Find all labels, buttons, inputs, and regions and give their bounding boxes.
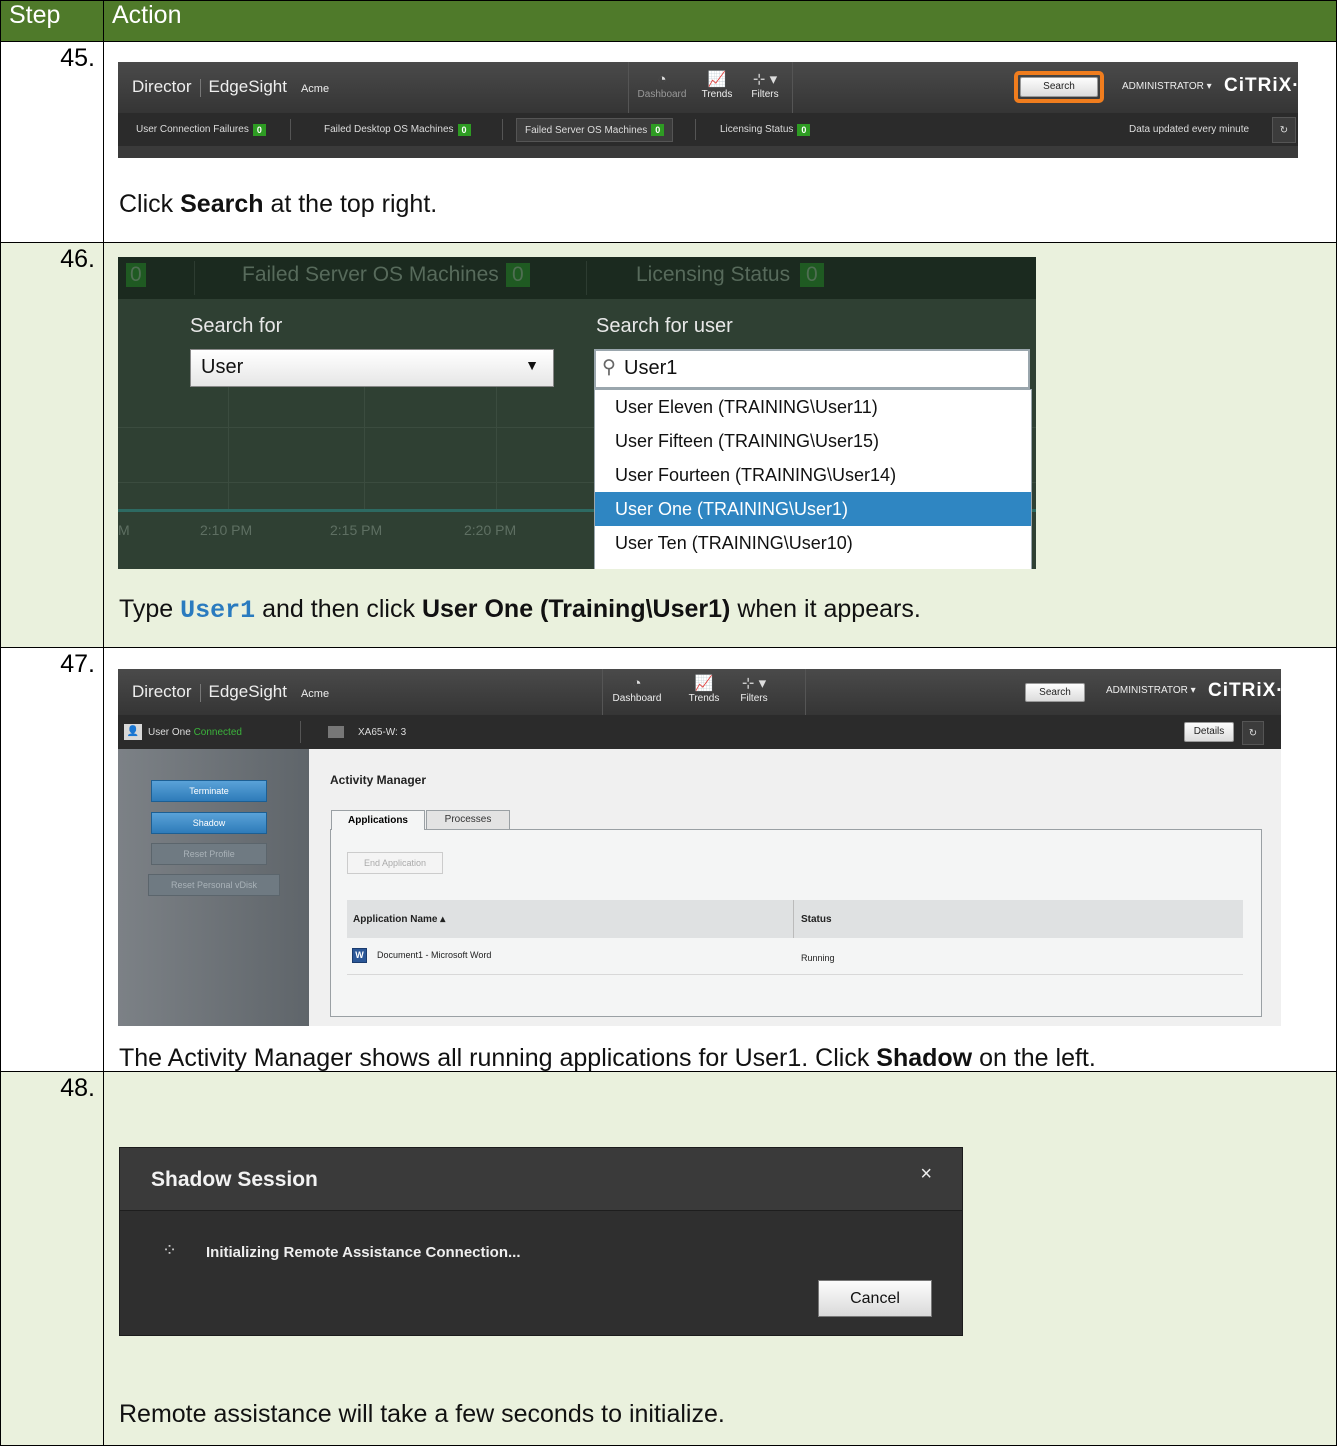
director-topbar: Director EdgeSight Acme ◔ Dashboard 📈 Trends… [118, 62, 1300, 113]
monitor-icon [328, 726, 344, 738]
nav-dashboard[interactable]: ◔ Dashboard [632, 71, 692, 100]
close-icon[interactable]: × [920, 1163, 932, 1186]
terminate-button[interactable]: Terminate [151, 780, 267, 802]
search-panel-screenshot: 0 Failed Server OS Machines 0 Licensing … [118, 257, 1036, 569]
table-header: Application Name ▴ Status [347, 900, 1243, 938]
refresh-icon[interactable]: ↻ [1242, 721, 1264, 745]
director-brand: Director EdgeSight Acme [132, 77, 330, 97]
spinner-icon: ⁘ [162, 1240, 178, 1260]
trends-icon: 📈 [694, 675, 714, 692]
word-icon: W [352, 948, 367, 963]
app-name: Document1 - Microsoft Word [377, 950, 492, 960]
col-application-name[interactable]: Application Name ▴ [353, 914, 445, 925]
reset-vdisk-button[interactable]: Reset Personal vDisk [148, 874, 280, 896]
status-failed-server[interactable]: Failed Server OS Machines 0 [516, 118, 674, 142]
step-number: 48. [0, 1071, 104, 1446]
gauge-icon: ◔ [632, 675, 642, 692]
app-status: Running [801, 953, 835, 963]
status-connection-failures[interactable]: User Connection Failures 0 [136, 113, 266, 146]
search-icon: ⚲ [602, 357, 616, 378]
search-button[interactable]: Search [1020, 77, 1098, 97]
trends-icon: 📈 [707, 71, 727, 88]
suggestion-item[interactable]: User Fourteen (TRAINING\User14) [595, 458, 1031, 492]
gauge-icon: ◔ [657, 71, 667, 88]
filter-icon: ⊹ ▾ [741, 675, 767, 692]
citrix-logo: CiTRiX· [1224, 75, 1300, 96]
step-header: Step [0, 0, 104, 42]
step-caption: Type User1 and then click User One (Trai… [119, 595, 921, 625]
shadow-session-dialog: Shadow Session × ⁘ Initializing Remote A… [119, 1147, 963, 1336]
user-icon: 👤 [124, 724, 142, 740]
reset-profile-button[interactable]: Reset Profile [151, 843, 267, 865]
action-header: Action [103, 0, 1337, 42]
data-updated-text: Data updated every minute [1129, 124, 1250, 135]
topbar-shadow [118, 146, 1298, 158]
step-caption: The Activity Manager shows all running a… [119, 1044, 1096, 1072]
status-bar: User Connection Failures 0 Failed Desktop… [118, 113, 1298, 146]
admin-menu[interactable]: ADMINISTRATOR ▾ [1122, 81, 1212, 92]
axis-tick: 2:20 PM [464, 522, 517, 538]
step-number: 47. [0, 647, 104, 1072]
user-indicator: 👤 User One Connected [124, 715, 242, 749]
refresh-icon[interactable]: ↻ [1272, 117, 1296, 143]
nav-dashboard[interactable]: ◔ Dashboard [604, 675, 670, 704]
col-status[interactable]: Status [801, 914, 832, 925]
search-user-input[interactable]: ⚲ User1 [594, 349, 1030, 389]
suggestion-item[interactable]: User Eleven (TRAINING\User11) [595, 390, 1031, 424]
cancel-button[interactable]: Cancel [818, 1280, 932, 1317]
step-number: 45. [0, 41, 104, 243]
search-type-dropdown[interactable]: User ▼ [190, 349, 554, 387]
suggestion-item[interactable]: User Fifteen (TRAINING\User15) [595, 424, 1031, 458]
step-caption: Click Search at the top right. [119, 190, 438, 218]
filter-icon: ⊹ ▾ [752, 71, 778, 88]
director-brand: Director EdgeSight Acme [132, 682, 330, 702]
nav-filters[interactable]: ⊹ ▾ Filters [744, 71, 786, 100]
nav-trends[interactable]: 📈 Trends [696, 71, 738, 100]
status-licensing[interactable]: Licensing Status 0 [720, 113, 811, 146]
faded-status-strip: 0 Failed Server OS Machines 0 Licensing … [118, 257, 1036, 299]
axis-tick: 2:15 PM [330, 522, 383, 538]
chevron-down-icon: ▼ [525, 357, 539, 373]
suggestion-item[interactable]: User Ten (TRAINING\User10) [595, 526, 1031, 560]
nav-trends[interactable]: 📈 Trends [684, 675, 724, 704]
search-for-label: Search for [190, 315, 283, 337]
citrix-logo: CiTRiX· [1208, 680, 1281, 701]
table-header-row: Step Action [0, 0, 1337, 42]
tab-processes[interactable]: Processes [426, 810, 510, 829]
search-button[interactable]: Search [1025, 683, 1085, 702]
step-number: 46. [0, 242, 104, 648]
search-for-user-label: Search for user [596, 315, 733, 337]
tab-applications[interactable]: Applications [331, 810, 425, 830]
activity-manager-screenshot: Director EdgeSight Acme ◔ Dashboard 📈 Trends… [118, 669, 1281, 1026]
applications-panel: End Application Application Name ▴ Statu… [330, 829, 1262, 1017]
action-sidebar: Terminate Shadow Reset Profile Reset Per… [118, 749, 309, 1026]
session-bar: 👤 User One Connected XA65-W: 3 Details ↻ [118, 715, 1281, 749]
status-failed-desktop[interactable]: Failed Desktop OS Machines 0 [324, 113, 471, 146]
suggestion-item-selected[interactable]: User One (TRAINING\User1) [595, 492, 1031, 526]
axis-tick: 2:10 PM [200, 522, 253, 538]
nav-filters[interactable]: ⊹ ▾ Filters [734, 675, 774, 704]
admin-menu[interactable]: ADMINISTRATOR ▾ [1106, 685, 1196, 696]
machine-indicator: XA65-W: 3 [328, 715, 406, 749]
end-application-button[interactable]: End Application [347, 852, 443, 874]
director-topbar: Director EdgeSight Acme ◔ Dashboard 📈 Trends… [118, 669, 1281, 715]
search-suggestions: User Eleven (TRAINING\User11) User Fifte… [594, 389, 1032, 569]
details-button[interactable]: Details [1184, 722, 1234, 742]
shadow-button[interactable]: Shadow [151, 812, 267, 834]
table-row[interactable]: W Document1 - Microsoft Word Running [347, 940, 1243, 975]
page-title: Activity Manager [330, 773, 427, 787]
step-caption: Remote assistance will take a few second… [119, 1400, 725, 1428]
dialog-message: Initializing Remote Assistance Connectio… [206, 1244, 521, 1261]
dialog-title: Shadow Session [151, 1168, 318, 1191]
